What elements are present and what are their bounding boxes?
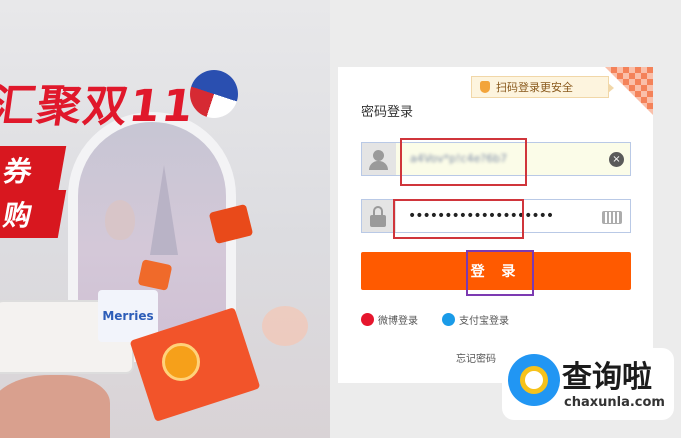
scan-tip-label: 扫码登录更安全 [496,81,573,94]
yuan-coin-icon [162,343,200,381]
watermark-url: chaxunla.com [564,395,665,410]
banner-title: 汇聚双11 [0,81,199,132]
password-field[interactable]: •••••••••••••••••••• [361,199,631,233]
promo-banner: 汇聚双11 券 购 Merries [0,0,330,438]
lock-icon [362,200,396,232]
user-icon [362,143,396,175]
weibo-icon [361,313,374,326]
tip-arrow [608,83,614,93]
username-value: a4Vov*p!c4e?6b7 [410,152,508,165]
clear-icon[interactable]: × [609,152,624,167]
forgot-password-link[interactable]: 忘记密码 [456,350,496,365]
search-logo-icon [508,354,560,406]
scan-login-tip[interactable]: 扫码登录更安全 [471,76,614,98]
watermark: 查询啦 chaxunla.com [502,348,674,420]
globe-ball [190,70,238,118]
hot-air-balloon [105,200,135,240]
weibo-login-label: 微博登录 [378,316,418,327]
eiffel-tower [150,165,178,255]
banner-ribbon-buy: 购 [0,190,67,238]
login-button[interactable]: 登 录 [361,252,631,290]
login-panel: 扫码登录更安全 密码登录 a4Vov*p!c4e?6b7 × •••••••••… [338,67,653,383]
password-value: •••••••••••••••••••• [408,208,554,224]
alipay-login-link[interactable]: 支付宝登录 [442,312,509,327]
alipay-icon [442,313,455,326]
alipay-login-label: 支付宝登录 [459,316,509,327]
decor-blob [262,306,308,346]
keyboard-icon[interactable] [602,211,622,224]
shield-icon [480,81,490,93]
weibo-login-link[interactable]: 微博登录 [361,312,418,327]
hand-image [0,375,110,438]
banner-ribbon-coupon: 券 [0,146,67,194]
login-title: 密码登录 [361,105,414,120]
username-field[interactable]: a4Vov*p!c4e?6b7 × [361,142,631,176]
watermark-title: 查询啦 [562,360,652,395]
